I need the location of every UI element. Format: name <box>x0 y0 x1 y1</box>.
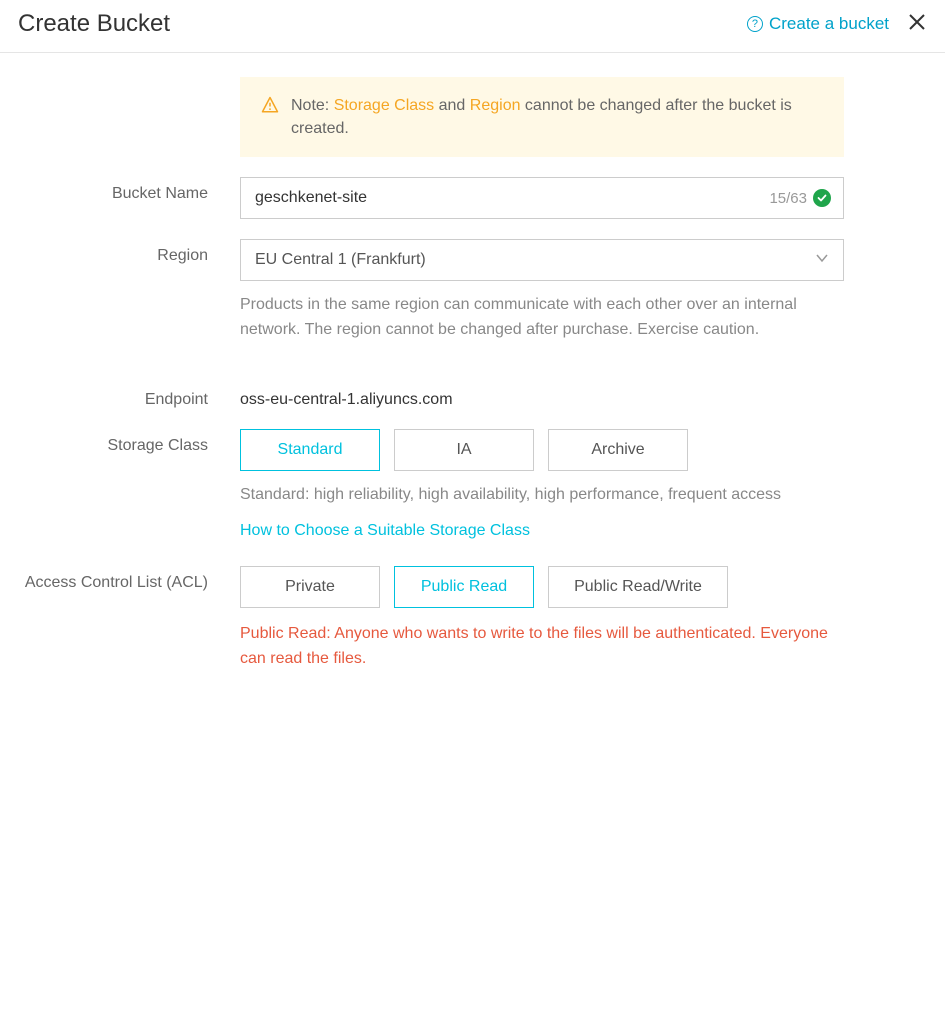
acl-public-read[interactable]: Public Read <box>394 566 534 608</box>
note-storage-class: Storage Class <box>334 97 435 114</box>
bucket-name-label: Bucket Name <box>0 177 240 203</box>
acl-warning: Public Read: Anyone who wants to write t… <box>240 622 844 672</box>
chevron-down-icon <box>815 251 829 270</box>
storage-class-options: Standard IA Archive <box>240 429 844 471</box>
help-link[interactable]: ? Create a bucket <box>747 14 889 34</box>
check-circle-icon <box>813 189 831 207</box>
panel-title: Create Bucket <box>18 10 170 38</box>
storage-class-label: Storage Class <box>0 429 240 455</box>
acl-options: Private Public Read Public Read/Write <box>240 566 844 608</box>
region-select-value: EU Central 1 (Frankfurt) <box>255 251 426 269</box>
note-row: Note: Storage Class and Region cannot be… <box>0 77 945 157</box>
storage-class-helper: Standard: high reliability, high availab… <box>240 483 844 508</box>
acl-label: Access Control List (ACL) <box>0 566 240 592</box>
acl-private[interactable]: Private <box>240 566 380 608</box>
bucket-name-input[interactable] <box>253 188 769 208</box>
warning-icon <box>261 96 279 140</box>
storage-class-standard[interactable]: Standard <box>240 429 380 471</box>
bucket-name-row: Bucket Name 15/63 <box>0 177 945 219</box>
storage-class-ia[interactable]: IA <box>394 429 534 471</box>
panel-header: Create Bucket ? Create a bucket <box>0 0 945 53</box>
header-actions: ? Create a bucket <box>747 12 927 37</box>
region-label: Region <box>0 239 240 265</box>
region-row: Region EU Central 1 (Frankfurt) Products… <box>0 239 945 343</box>
bucket-name-counter: 15/63 <box>769 190 807 207</box>
storage-class-row: Storage Class Standard IA Archive Standa… <box>0 429 945 540</box>
endpoint-label: Endpoint <box>0 383 240 409</box>
region-helper: Products in the same region can communic… <box>240 293 844 343</box>
form-body: Note: Storage Class and Region cannot be… <box>0 53 945 671</box>
bucket-name-input-wrap[interactable]: 15/63 <box>240 177 844 219</box>
storage-class-archive[interactable]: Archive <box>548 429 688 471</box>
note-box: Note: Storage Class and Region cannot be… <box>240 77 844 157</box>
acl-row: Access Control List (ACL) Private Public… <box>0 566 945 672</box>
region-select[interactable]: EU Central 1 (Frankfurt) <box>240 239 844 281</box>
note-region: Region <box>470 97 521 114</box>
acl-public-read-write[interactable]: Public Read/Write <box>548 566 728 608</box>
endpoint-row: Endpoint oss-eu-central-1.aliyuncs.com <box>0 383 945 409</box>
close-icon[interactable] <box>907 12 927 37</box>
help-circle-icon: ? <box>747 16 763 32</box>
help-link-label: Create a bucket <box>769 14 889 34</box>
note-text: Note: Storage Class and Region cannot be… <box>291 94 823 140</box>
storage-class-guide-link[interactable]: How to Choose a Suitable Storage Class <box>240 522 530 540</box>
endpoint-value: oss-eu-central-1.aliyuncs.com <box>240 383 844 409</box>
